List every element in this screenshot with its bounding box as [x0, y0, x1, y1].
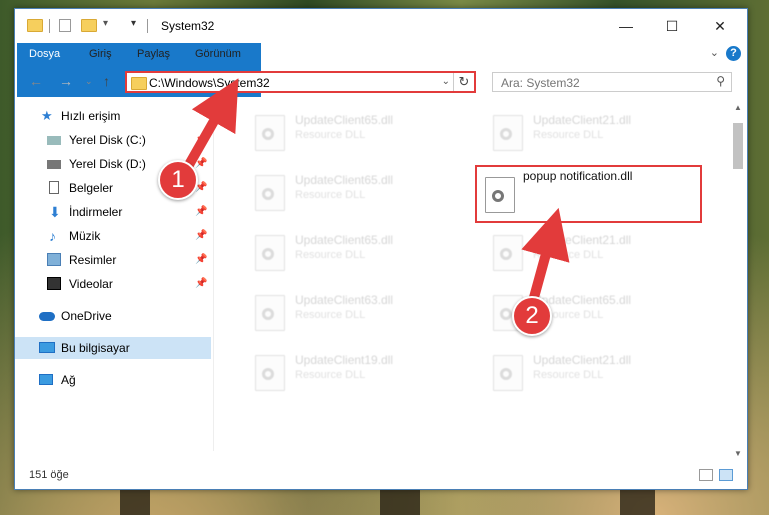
callout-arrows [181, 78, 570, 317]
step-1-badge: 1 [158, 160, 198, 200]
arrow-1 [181, 78, 239, 175]
step-2-badge: 2 [512, 296, 552, 336]
